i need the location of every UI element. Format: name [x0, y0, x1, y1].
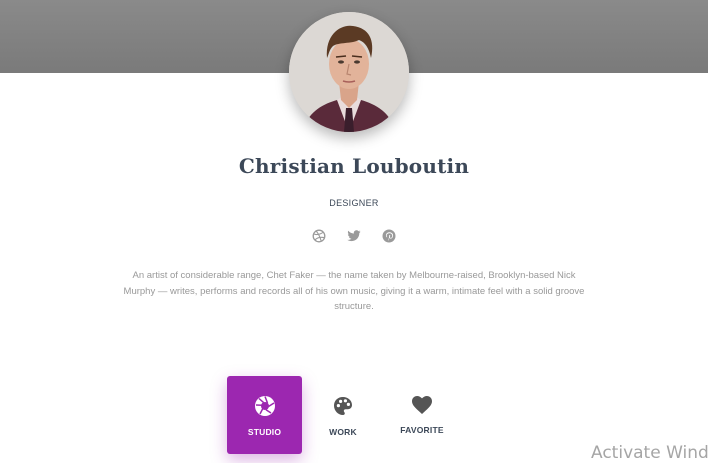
avatar — [289, 12, 409, 132]
profile-name: Christian Louboutin — [238, 154, 470, 178]
social-links — [0, 228, 708, 244]
dribbble-icon — [312, 229, 326, 243]
palette-icon — [334, 397, 352, 415]
activation-watermark: Activate Wind — [591, 443, 708, 463]
avatar-photo — [289, 12, 409, 132]
twitter-button[interactable] — [346, 228, 362, 244]
heart-icon — [412, 396, 432, 414]
tab-favorite-label: FAVORITE — [400, 425, 444, 435]
pinterest-button[interactable] — [381, 228, 397, 244]
tab-favorite[interactable]: FAVORITE — [384, 376, 460, 454]
tab-work[interactable]: WORK — [305, 376, 381, 454]
tab-work-label: WORK — [329, 427, 357, 437]
tab-studio-label: STUDIO — [247, 427, 282, 437]
tab-studio[interactable]: STUDIO — [227, 376, 302, 454]
pinterest-icon — [382, 229, 396, 243]
dribbble-button[interactable] — [311, 228, 327, 244]
profile-role: DESIGNER — [329, 198, 379, 208]
twitter-icon — [347, 230, 361, 242]
profile-tabs: STUDIO WORK FAVORITE — [227, 376, 460, 454]
camera-shutter-icon — [254, 396, 275, 416]
profile-bio: An artist of considerable range, Chet Fa… — [123, 270, 585, 312]
